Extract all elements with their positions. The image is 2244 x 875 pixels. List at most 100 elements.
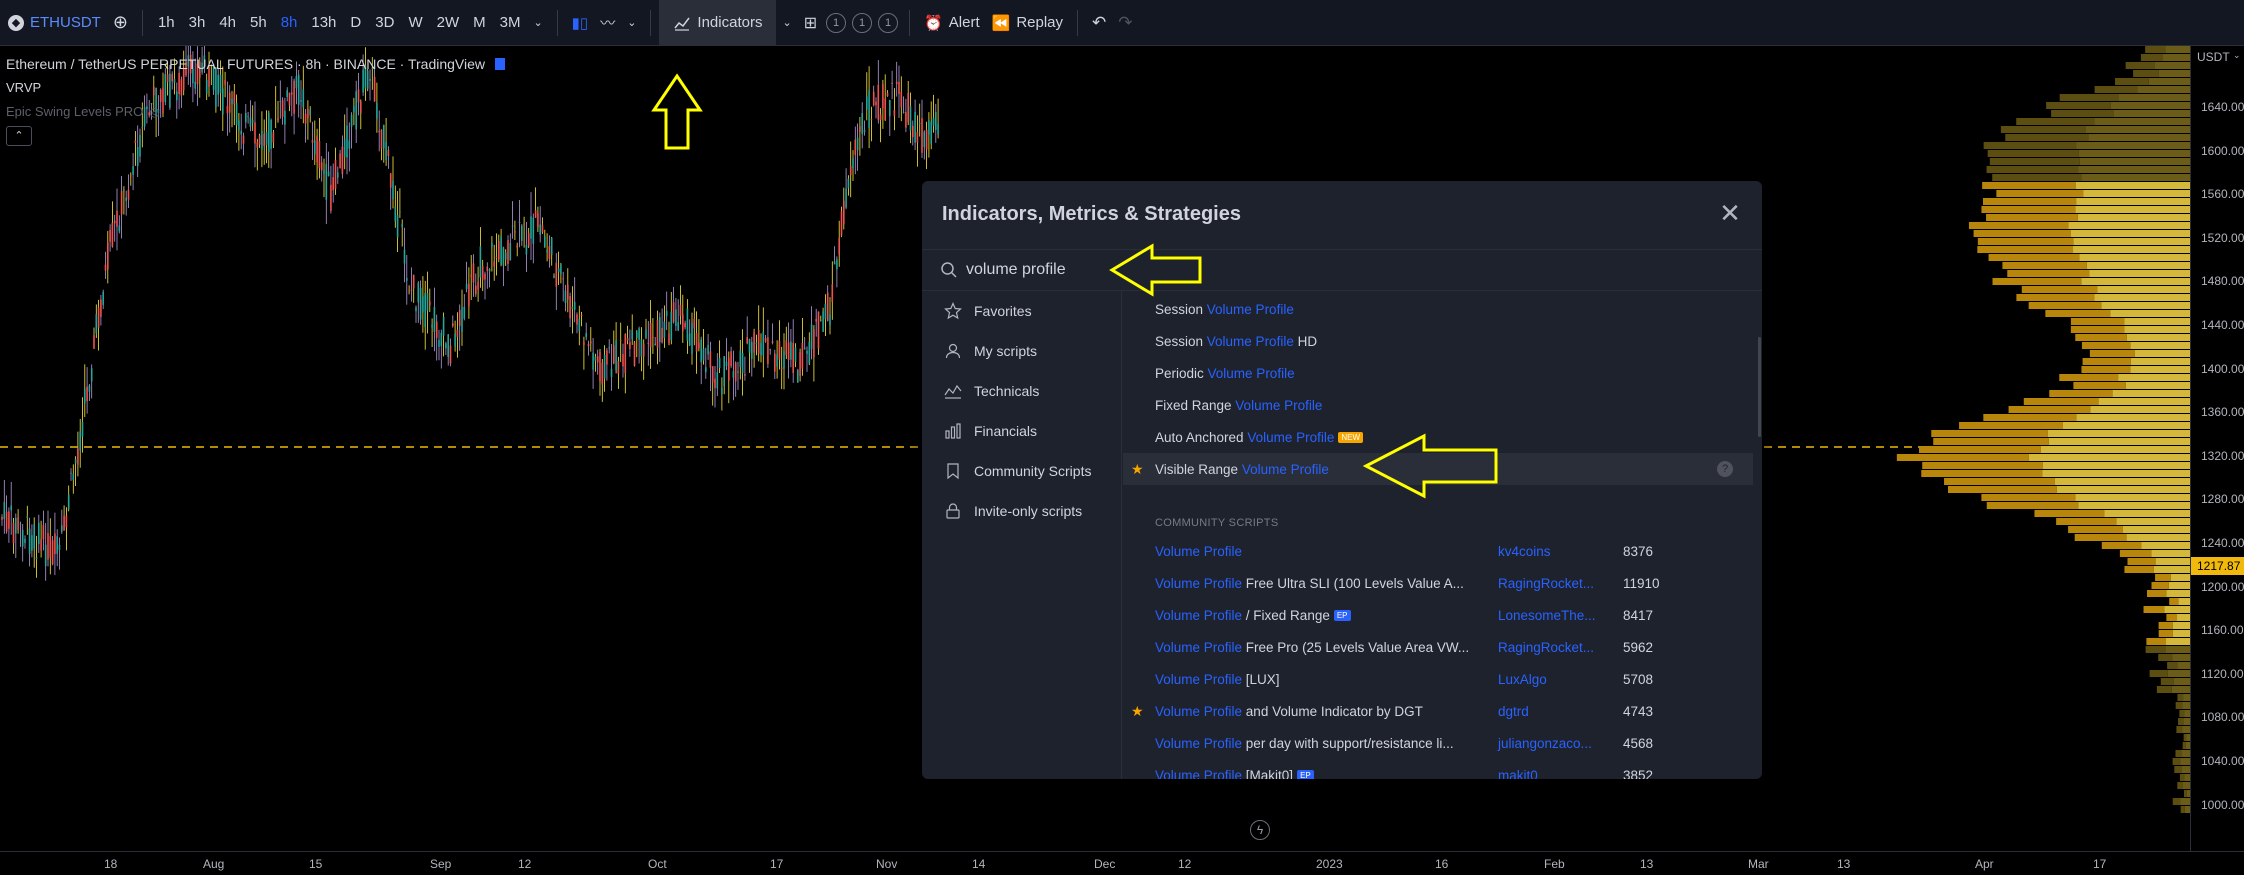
author-link[interactable]: makit0 xyxy=(1498,768,1538,780)
community-script-row[interactable]: Volume Profile Free Pro (25 Levels Value… xyxy=(1123,631,1753,663)
candle-body xyxy=(820,319,822,321)
author-link[interactable]: kv4coins xyxy=(1498,544,1551,559)
ethereum-icon: ◆ xyxy=(8,14,24,31)
candle-body xyxy=(695,333,698,352)
timeframe-2W[interactable]: 2W xyxy=(430,0,467,46)
script-name: Volume Profile [LUX] xyxy=(1155,672,1280,687)
candle-body xyxy=(893,109,896,117)
community-script-row[interactable]: ★ Volume Profile and Volume Indicator by … xyxy=(1123,695,1753,727)
redo-icon[interactable]: ↷ xyxy=(1112,0,1138,46)
timeframe-M[interactable]: M xyxy=(466,0,493,46)
favorite-star-icon[interactable]: ★ xyxy=(1131,461,1144,478)
eye-hidden-icon[interactable]: ◎ xyxy=(149,100,159,124)
volume-profile-bar-up xyxy=(2165,646,2190,653)
sidebar-item-my-scripts[interactable]: My scripts xyxy=(922,331,1121,371)
volume-profile-bar-down xyxy=(1931,430,2048,437)
timeframe-W[interactable]: W xyxy=(401,0,429,46)
candle-body xyxy=(130,175,132,177)
price-label: 1120.00 xyxy=(2201,666,2244,681)
timeframe-3M[interactable]: 3M xyxy=(493,0,528,46)
vrvp-label[interactable]: VRVP xyxy=(6,76,505,100)
sidebar-item-community-scripts[interactable]: Community Scripts xyxy=(922,451,1121,491)
author-link[interactable]: RagingRocket... xyxy=(1498,576,1594,591)
volume-profile-bar-down xyxy=(1981,206,2076,213)
candle-body xyxy=(718,357,721,369)
line-chart-type-icon[interactable]: 〰 xyxy=(594,0,621,46)
community-script-row[interactable]: Volume Profile / Fixed Range EP LonesomeTh… xyxy=(1123,599,1753,631)
volume-profile-bar-down xyxy=(2056,518,2117,525)
favorite-star-icon[interactable]: ★ xyxy=(1131,703,1144,720)
epic-swing-label[interactable]: Epic Swing Levels PRO xyxy=(6,100,143,124)
community-script-row[interactable]: Volume Profile [LUX] LuxAlgo 5708 xyxy=(1123,663,1753,695)
builtin-indicator-row[interactable]: Session Volume Profile HD xyxy=(1123,325,1753,357)
price-axis[interactable]: USDT ⌄ 1640.00 1600.00 1560.00 1520.00 1480.… xyxy=(2190,46,2244,851)
candle-body xyxy=(332,177,334,191)
volume-profile-bar-down xyxy=(2081,366,2131,373)
candle-body xyxy=(925,129,928,150)
chevron-down-icon[interactable]: ⌄ xyxy=(2233,50,2241,61)
author-link[interactable]: RagingRocket... xyxy=(1498,640,1594,655)
lightning-icon[interactable]: ϟ xyxy=(1250,820,1270,840)
collapse-legend-button[interactable]: ⌃ xyxy=(6,126,32,146)
chevron-down-icon[interactable]: ⌄ xyxy=(527,0,548,46)
help-icon[interactable]: ? xyxy=(1717,461,1733,477)
undo-icon[interactable]: ↶ xyxy=(1086,0,1112,46)
candle-body xyxy=(815,318,817,322)
results-scrollbar[interactable] xyxy=(1758,337,1761,437)
candle-body xyxy=(461,307,463,332)
currency-selector[interactable]: USDT xyxy=(2197,50,2230,64)
divider xyxy=(1077,9,1079,36)
candles-chart-type-icon[interactable]: ▮▯ xyxy=(566,0,595,46)
volume-profile-bar-down xyxy=(2034,510,2105,517)
timeframe-4h[interactable]: 4h xyxy=(212,0,243,46)
volume-profile-bar-up xyxy=(2182,726,2190,733)
candle-body xyxy=(937,123,939,135)
timeframe-8h[interactable]: 8h xyxy=(274,0,305,46)
candle-body xyxy=(918,123,921,125)
candle-body xyxy=(647,342,650,344)
author-link[interactable]: LuxAlgo xyxy=(1498,672,1547,687)
volume-profile-bar-up xyxy=(2097,286,2190,293)
search-input[interactable] xyxy=(966,261,1466,279)
indicators-button[interactable]: Indicators xyxy=(659,0,777,46)
candle-body xyxy=(652,337,654,339)
symbol-search[interactable]: ETHUSDT xyxy=(30,0,107,46)
volume-profile-bar-up xyxy=(2073,238,2190,245)
alert-button[interactable]: ⏰ Alert xyxy=(918,0,986,46)
sidebar-item-technicals[interactable]: Technicals xyxy=(922,371,1121,411)
price-label: 1200.00 xyxy=(2201,579,2244,594)
template-2-button[interactable]: 1 xyxy=(852,12,873,33)
community-script-row[interactable]: Volume Profile Free Ultra SLI (100 Level… xyxy=(1123,567,1753,599)
builtin-indicator-row[interactable]: Fixed Range Volume Profile xyxy=(1123,389,1753,421)
candle-body xyxy=(734,362,737,382)
layout-grid-icon[interactable]: ⊞ xyxy=(798,0,823,46)
sidebar-item-favorites[interactable]: Favorites xyxy=(922,291,1121,331)
candle-body xyxy=(583,341,585,346)
community-script-row[interactable]: Volume Profile per day with support/resi… xyxy=(1123,727,1753,759)
compare-symbol-button[interactable]: ⊕ xyxy=(107,0,134,46)
chevron-down-icon[interactable]: ⌄ xyxy=(776,0,797,46)
timeframe-1h[interactable]: 1h xyxy=(151,0,182,46)
community-script-row[interactable]: Volume Profile [Makit0] EP makit0 3852 xyxy=(1123,759,1753,779)
volume-profile-bar-down xyxy=(2119,550,2152,557)
builtin-indicator-row[interactable]: Periodic Volume Profile xyxy=(1123,357,1753,389)
timeframe-13h[interactable]: 13h xyxy=(304,0,343,46)
volume-profile-bar-down xyxy=(1992,278,2082,285)
author-link[interactable]: LonesomeThe... xyxy=(1498,608,1596,623)
author-link[interactable]: juliangonzaco... xyxy=(1498,736,1592,751)
sidebar-item-invite-only[interactable]: Invite-only scripts xyxy=(922,491,1121,531)
chevron-down-icon[interactable]: ⌄ xyxy=(621,0,642,46)
template-1-button[interactable]: 1 xyxy=(826,12,847,33)
timeframe-5h[interactable]: 5h xyxy=(243,0,274,46)
sidebar-item-financials[interactable]: Financials xyxy=(922,411,1121,451)
replay-button[interactable]: ⏪ Replay xyxy=(986,0,1069,46)
author-link[interactable]: dgtrd xyxy=(1498,704,1529,719)
timeframe-3D[interactable]: 3D xyxy=(368,0,401,46)
timeframe-D[interactable]: D xyxy=(343,0,368,46)
close-icon[interactable]: ✕ xyxy=(1716,199,1744,227)
time-axis[interactable]: 18 Aug 15 Sep 12 Oct 17 Nov 14 Dec 12 2023 16 Feb 13 Ma… xyxy=(0,851,2244,875)
community-script-row[interactable]: Volume Profile kv4coins 8376 xyxy=(1123,535,1753,567)
builtin-indicator-row[interactable]: Session Volume Profile xyxy=(1123,293,1753,325)
template-3-button[interactable]: 1 xyxy=(878,12,899,33)
timeframe-3h[interactable]: 3h xyxy=(182,0,213,46)
